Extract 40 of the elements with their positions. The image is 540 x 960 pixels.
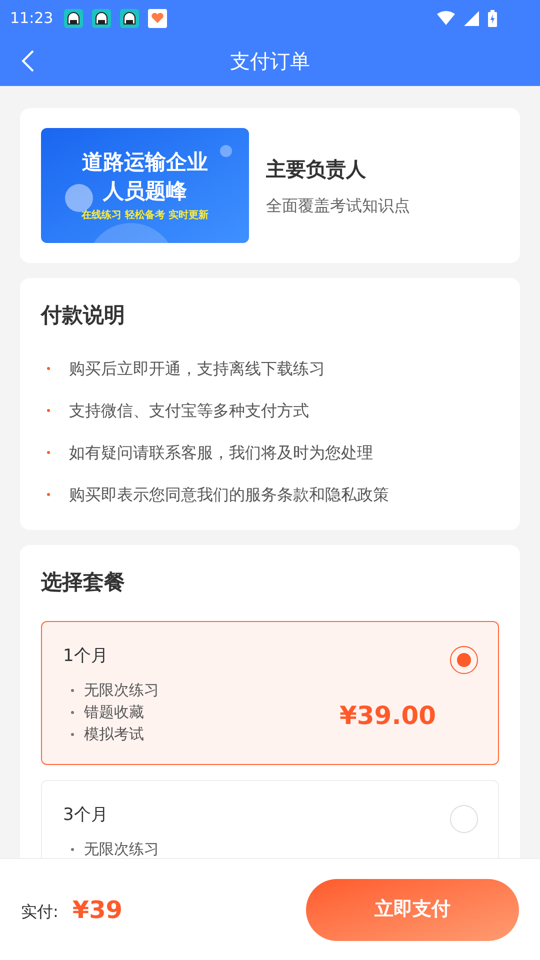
app-notification-icon — [64, 8, 84, 28]
bullet-icon — [71, 733, 74, 736]
note-text: 如有疑问请联系客服，我们将及时为您处理 — [69, 442, 373, 464]
plan-feature: 错题收藏 — [84, 702, 144, 724]
bullet-icon — [47, 409, 50, 412]
radio-button[interactable] — [450, 646, 478, 674]
plan-feature: 无限次练习 — [84, 680, 159, 702]
header-title: 支付订单 — [230, 48, 310, 75]
app-notification-icon — [120, 8, 140, 28]
section-title: 付款说明 — [41, 302, 126, 329]
plan-price: ¥39.00 — [340, 700, 436, 732]
section-title: 选择套餐 — [41, 568, 126, 596]
bubble-icon — [220, 145, 232, 157]
banner-tagline: 在线练习 轻松备考 实时更新 — [82, 208, 208, 223]
plan-name: 1个月 — [63, 645, 108, 668]
back-icon — [21, 49, 35, 73]
note-text: 支持微信、支付宝等多种支付方式 — [69, 400, 309, 422]
product-subtitle: 全面覆盖考试知识点 — [266, 194, 410, 216]
bullet-icon — [71, 689, 74, 692]
battery-icon — [488, 10, 497, 26]
note-text: 购买后立即开通，支持离线下载练习 — [69, 358, 325, 380]
bullet-icon — [47, 493, 50, 496]
total-amount: ¥39 — [72, 894, 122, 926]
bullet-icon — [71, 848, 74, 850]
product-name: 主要负责人 — [266, 156, 367, 182]
plan-option[interactable]: 1个月 无限次练习 错题收藏 模拟考试 ¥39.00 — [41, 621, 499, 764]
bullet-icon — [71, 711, 74, 714]
wifi-icon — [437, 11, 455, 25]
banner-title: 道路运输企业人员题峰 — [81, 149, 209, 205]
app-notification-icon — [92, 8, 112, 28]
status-time: 11:23 — [10, 8, 54, 29]
plan-name: 3个月 — [63, 804, 108, 826]
plan-feature: 无限次练习 — [84, 838, 159, 858]
bullet-icon — [47, 367, 50, 370]
bullet-icon — [47, 451, 50, 454]
plan-option[interactable]: 3个月 无限次练习 — [41, 780, 499, 858]
signal-icon — [464, 10, 479, 26]
plan-feature: 模拟考试 — [84, 724, 144, 746]
note-text: 购买即表示您同意我们的服务条款和隐私政策 — [69, 484, 389, 506]
total-label: 实付: — [21, 900, 58, 922]
